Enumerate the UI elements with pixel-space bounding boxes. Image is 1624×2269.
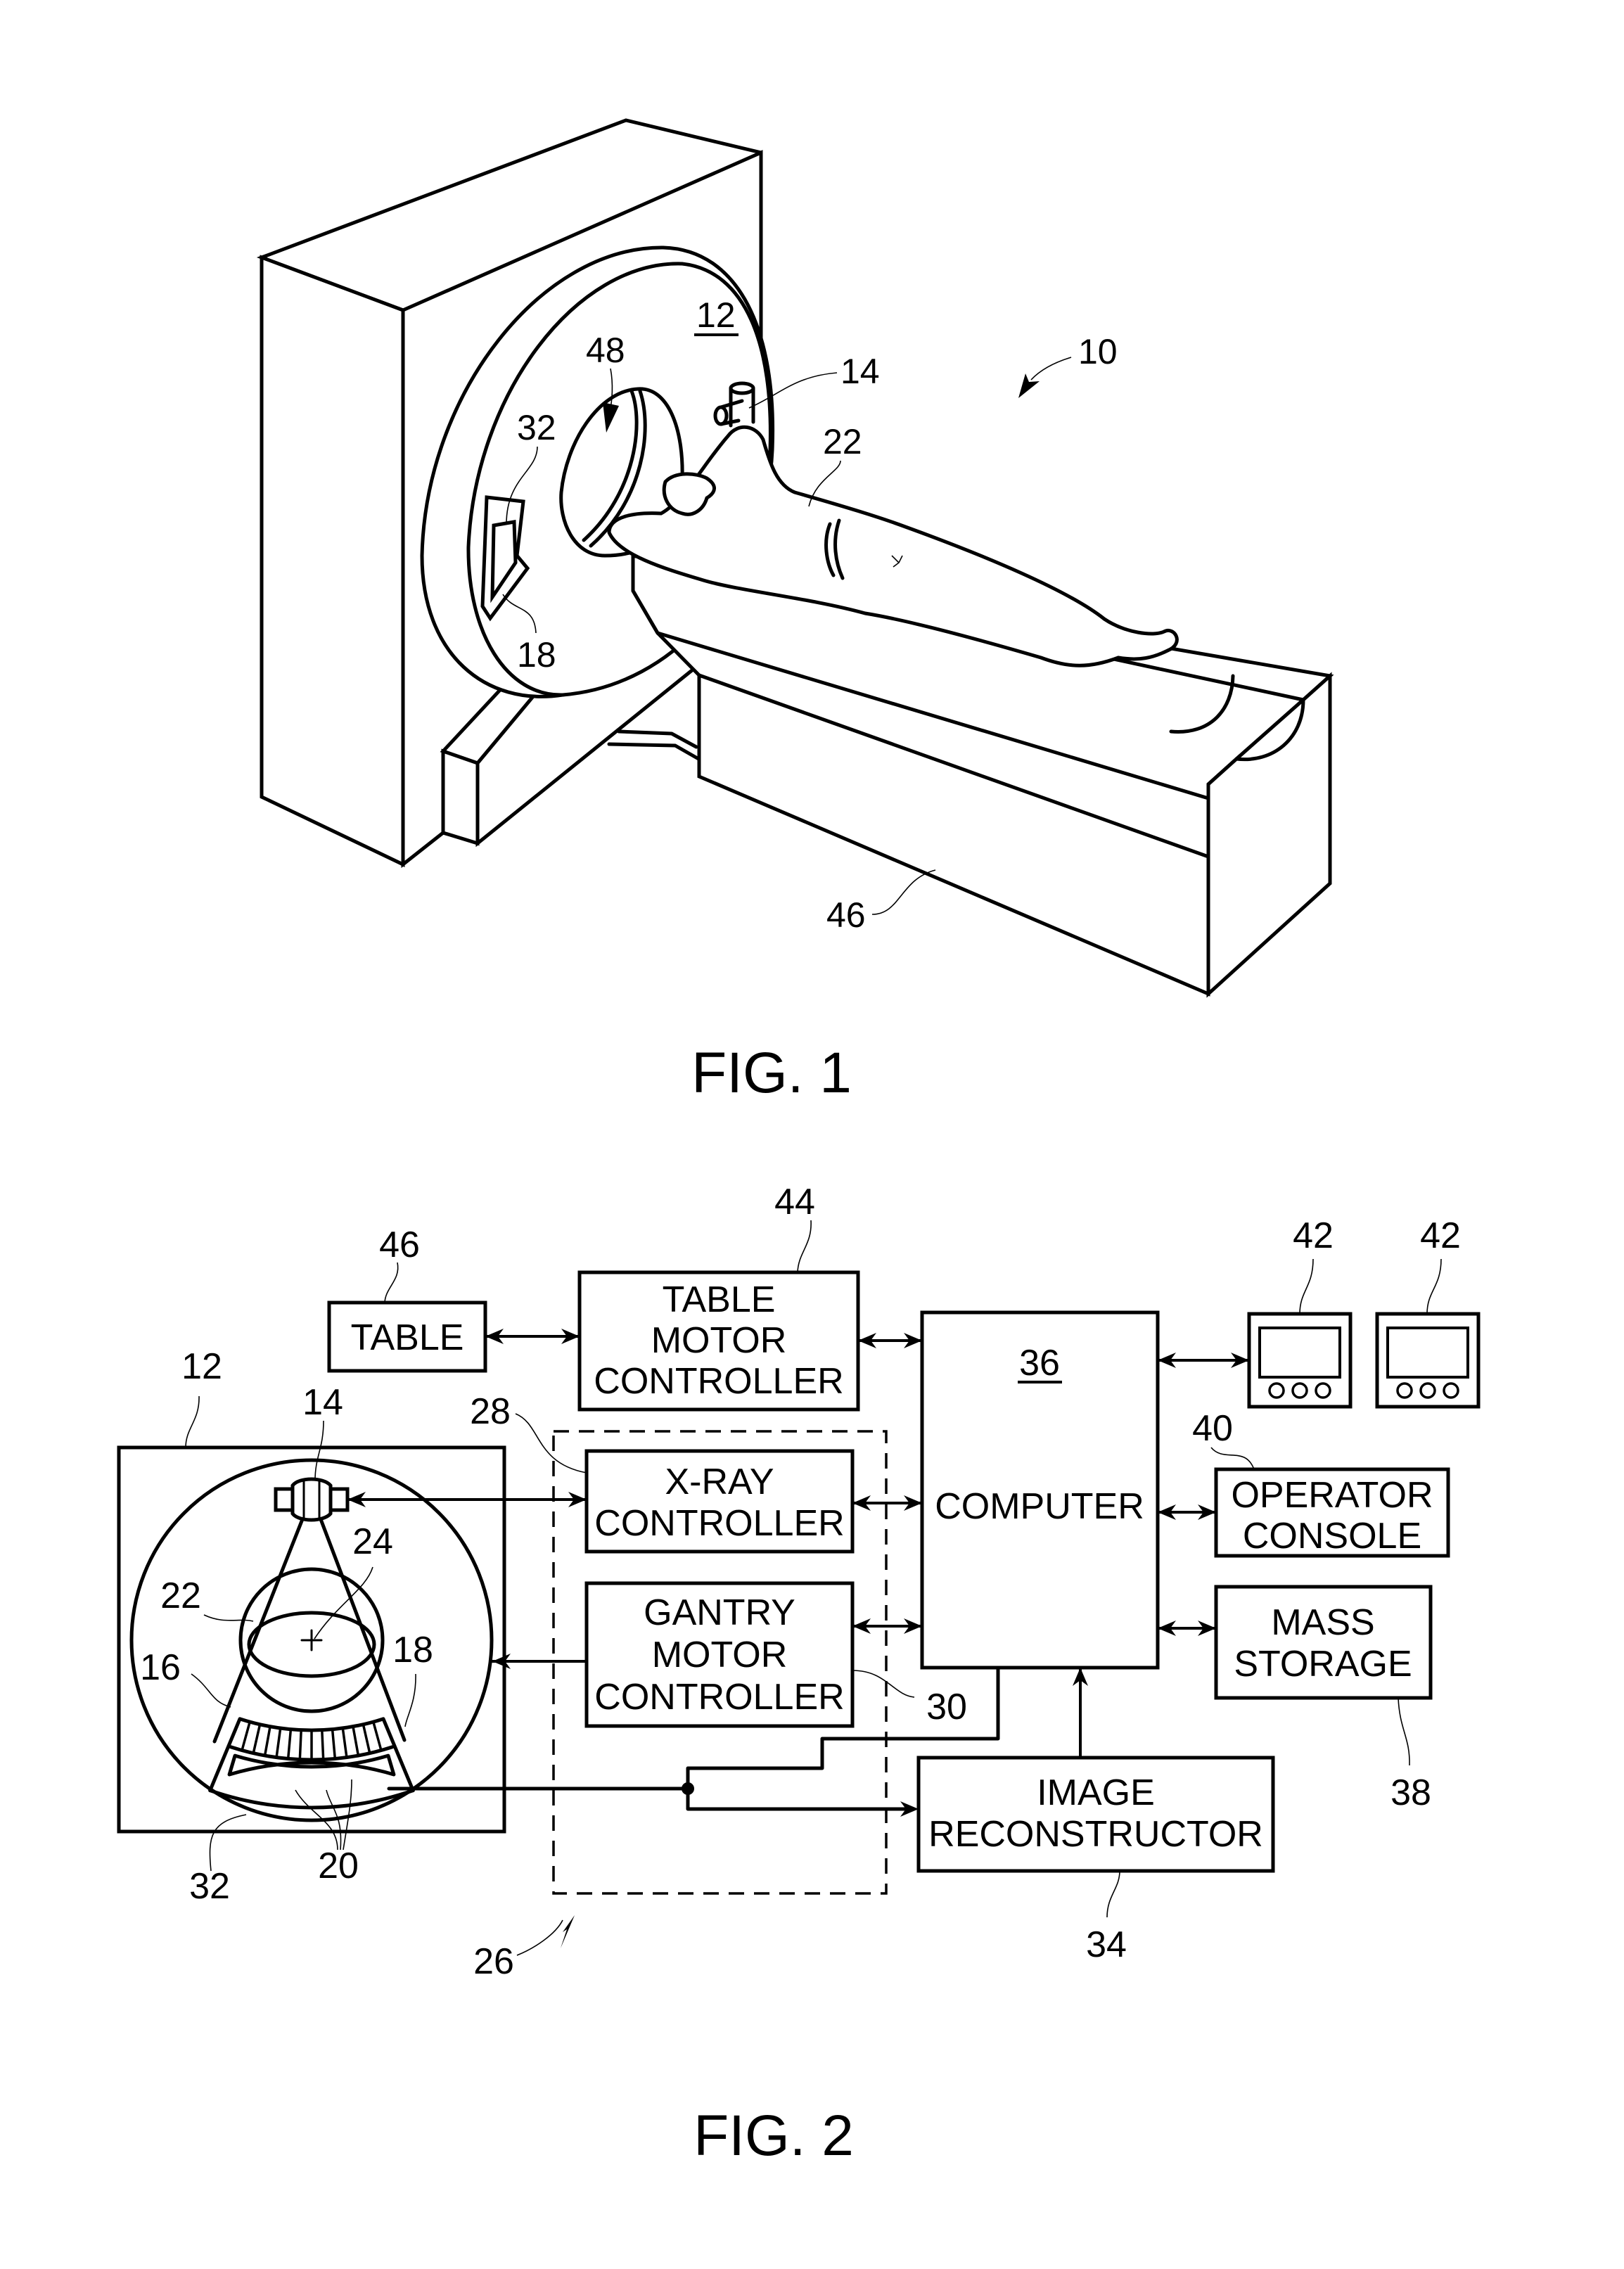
ref-das-32: 32	[517, 408, 556, 447]
ir-line-2: RECONSTRUCTOR	[928, 1814, 1263, 1855]
ref-opening-48: 48	[586, 331, 625, 370]
detector-element	[298, 1728, 302, 1761]
detector-element	[321, 1728, 325, 1761]
fig2-block-diagram: TABLE TABLE MOTOR CONTROLLER X-RAY CONTR…	[117, 1270, 1481, 1895]
ref-22: 22	[160, 1575, 201, 1616]
ref-patient-22: 22	[823, 422, 862, 461]
ref-30: 30	[926, 1687, 967, 1727]
ref-46: 46	[379, 1225, 420, 1265]
ms-line-1: MASS	[1271, 1602, 1374, 1643]
tmc-line-3: CONTROLLER	[594, 1361, 843, 1402]
gantry-schematic	[117, 1445, 506, 1834]
block-table: TABLE	[327, 1300, 487, 1373]
fig2-caption: FIG. 2	[693, 2104, 854, 2168]
ir-line-1: IMAGE	[1037, 1772, 1155, 1813]
oc-line-1: OPERATOR	[1231, 1475, 1433, 1516]
ref-18: 18	[392, 1630, 433, 1670]
ref-table-46: 46	[826, 895, 866, 935]
gmc-line-2: MOTOR	[652, 1635, 788, 1675]
system-arrow-head	[1018, 373, 1040, 398]
junction-dot	[682, 1782, 694, 1795]
ref-12: 12	[181, 1346, 222, 1387]
block-gantry-motor-controller: GANTRY MOTOR CONTROLLER	[584, 1581, 855, 1728]
xrc-line-1: X-RAY	[665, 1462, 774, 1502]
block-computer: 36 COMPUTER	[920, 1310, 1160, 1670]
ref-20: 20	[318, 1846, 359, 1886]
ref-24: 24	[352, 1521, 393, 1562]
gmc-line-1: GANTRY	[644, 1592, 795, 1633]
ref-38: 38	[1390, 1772, 1431, 1813]
patent-drawing-sheet: 12 48 14 10 22 32 18 46 FIG. 1 TABLE TAB…	[117, 118, 1481, 2168]
block-operator-console: OPERATOR CONSOLE	[1214, 1467, 1450, 1558]
block-image-reconstructor: IMAGE RECONSTRUCTOR	[916, 1756, 1275, 1873]
ref-40: 40	[1192, 1408, 1233, 1449]
block-mass-storage: MASS STORAGE	[1214, 1585, 1433, 1700]
tmc-line-2: MOTOR	[651, 1320, 787, 1361]
block-table-motor-controller: TABLE MOTOR CONTROLLER	[577, 1270, 860, 1412]
gmc-line-3: CONTROLLER	[594, 1677, 844, 1718]
ref-42-a: 42	[1293, 1215, 1334, 1256]
ref-14: 14	[302, 1382, 343, 1423]
ref-16: 16	[140, 1647, 181, 1688]
ref-28: 28	[470, 1391, 511, 1432]
ref-34: 34	[1086, 1924, 1127, 1965]
tmc-line-1: TABLE	[663, 1279, 776, 1320]
ms-line-2: STORAGE	[1234, 1644, 1412, 1685]
xrc-line-2: CONTROLLER	[594, 1503, 844, 1544]
ref-32: 32	[189, 1866, 230, 1907]
display-monitor-2	[1375, 1312, 1481, 1409]
ref-detector-18: 18	[517, 635, 556, 675]
display-monitor-1	[1247, 1312, 1353, 1409]
fig1-ct-system	[256, 118, 1334, 998]
ref-44: 44	[774, 1182, 815, 1222]
ref-source-14: 14	[840, 352, 880, 391]
block-xray-controller: X-RAY CONTROLLER	[584, 1449, 855, 1554]
ref-42-b: 42	[1420, 1215, 1461, 1256]
fig1-caption: FIG. 1	[691, 1041, 852, 1105]
ref-gantry-12: 12	[696, 295, 736, 335]
table-label: TABLE	[351, 1317, 464, 1358]
computer-label: COMPUTER	[935, 1486, 1144, 1527]
ref-26: 26	[473, 1941, 514, 1982]
computer-ref-36: 36	[1019, 1343, 1060, 1383]
ref-system-10: 10	[1078, 332, 1118, 371]
oc-line-2: CONSOLE	[1243, 1516, 1421, 1557]
